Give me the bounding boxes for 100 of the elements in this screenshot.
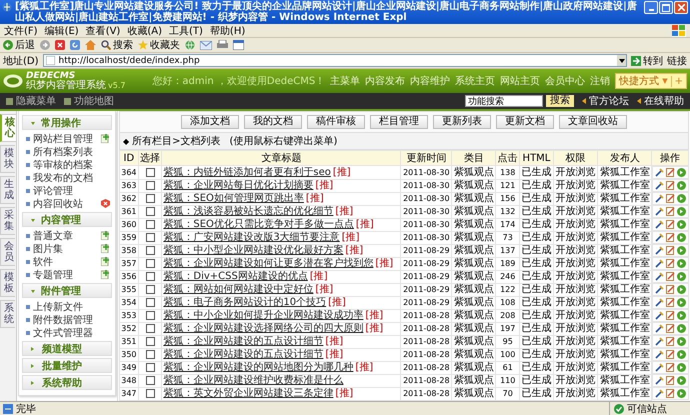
article-link[interactable]: 紫狐：企业网站建设的五点设计细节 [163, 336, 324, 347]
add-icon[interactable] [101, 257, 110, 266]
close-button[interactable] [674, 1, 688, 14]
article-link[interactable]: 紫狐：SEO优化只需比竞争对手多做一点点 [163, 219, 354, 230]
article-link[interactable]: 紫狐：网站如何网站建设中定好位 [163, 284, 314, 295]
view-icon[interactable] [676, 298, 686, 307]
sidebar-item[interactable]: 等审核的档案 [33, 158, 93, 172]
add-icon[interactable] [101, 244, 110, 253]
sidebar-item[interactable]: 文件式管理器 [33, 326, 93, 340]
forward-icon[interactable] [40, 40, 50, 50]
help-link[interactable]: 在线帮助 [637, 94, 684, 108]
favorites-button[interactable]: 收藏夹 [138, 38, 180, 52]
tool-icon[interactable] [654, 298, 664, 307]
checkbox[interactable] [146, 376, 155, 385]
article-link[interactable]: 紫狐：浅谈容易被站长遗忘的优化细节 [163, 206, 334, 217]
sidebar-item[interactable]: 专题管理 [33, 268, 73, 282]
checkbox[interactable] [146, 298, 155, 307]
edit-icon[interactable] [666, 233, 675, 242]
article-link[interactable]: 紫狐：英文外贸企业网站建设三条定律 [163, 388, 334, 399]
menu-item[interactable]: 编辑(E) [44, 24, 79, 38]
edit-icon[interactable] [666, 350, 675, 359]
side-tab[interactable]: 模块 [0, 145, 15, 173]
article-link[interactable]: 紫狐：广安网站建设改版3大细节要注意 [163, 232, 340, 243]
article-link[interactable]: 紫狐：电子商务网站设计的10个技巧 [163, 297, 326, 308]
article-link[interactable]: 紫狐：企业网站每日优化计划摘要 [163, 180, 314, 191]
menu-group-header[interactable]: 内容管理 [22, 212, 112, 227]
view-icon[interactable] [676, 350, 686, 359]
toolbar-button[interactable]: 我的文档 [244, 115, 302, 129]
article-link[interactable]: 紫狐：中小企业如何提升企业网站建设成功率 [163, 310, 364, 321]
search-button[interactable]: 搜索 [101, 38, 133, 52]
edit-icon[interactable] [666, 376, 675, 385]
side-tab[interactable]: 模板 [0, 269, 15, 297]
sidebar-item[interactable]: 网站栏目管理 [33, 132, 93, 146]
article-link[interactable]: 紫狐：企业网站建设的网站地图分为哪几种 [163, 362, 354, 373]
menu-item[interactable]: 查看(V) [86, 24, 120, 38]
article-link[interactable]: 紫狐：SEO如何管理网页跳出率 [163, 193, 304, 204]
edit-icon[interactable] [666, 389, 675, 398]
sidebar-item[interactable]: 评论管理 [33, 184, 73, 198]
toolbar-button[interactable]: 文章回收站 [559, 115, 627, 129]
view-icon[interactable] [676, 259, 686, 268]
tool-icon[interactable] [654, 259, 664, 268]
tool-icon[interactable] [654, 324, 664, 333]
side-tab[interactable]: 系统 [0, 300, 15, 328]
sidebar-item[interactable]: 附件数据管理 [33, 312, 93, 326]
view-icon[interactable] [676, 311, 686, 320]
edit-icon[interactable] [666, 311, 675, 320]
window-icon[interactable] [233, 40, 244, 50]
tool-icon[interactable] [654, 389, 664, 398]
menu-group-header[interactable]: 系统帮助 [22, 375, 112, 390]
checkbox[interactable] [146, 324, 155, 333]
sidebar-item[interactable]: 内容回收站 [33, 196, 83, 210]
checkbox[interactable] [146, 336, 155, 346]
article-link[interactable]: 紫狐：内链外链添加何者更有利于seo [163, 166, 331, 178]
tool-icon[interactable] [654, 363, 664, 372]
toolbar-button[interactable]: 栏目管理 [370, 115, 428, 129]
checkbox[interactable] [146, 232, 155, 242]
side-tab[interactable]: 会员 [0, 238, 15, 266]
article-link[interactable]: 紫狐：Div+CSS网站建设的优点 [163, 271, 308, 282]
checkbox[interactable] [146, 180, 155, 190]
tool-icon[interactable] [654, 233, 664, 242]
toolbar-button[interactable]: 添加文档 [181, 115, 239, 129]
edit-icon[interactable] [666, 246, 675, 255]
view-icon[interactable] [676, 324, 686, 333]
view-icon[interactable] [676, 233, 686, 242]
checkbox[interactable] [146, 310, 155, 320]
menu-item[interactable]: 文件(F) [4, 24, 38, 38]
checkbox[interactable] [146, 206, 155, 216]
view-icon[interactable] [676, 168, 686, 177]
menu-group-header[interactable]: 附件管理 [22, 283, 112, 298]
globe-icon[interactable] [185, 40, 195, 50]
view-icon[interactable] [676, 389, 686, 398]
sidebar-item[interactable]: 我发布的文档 [33, 170, 93, 184]
edit-icon[interactable] [666, 220, 675, 229]
edit-icon[interactable] [666, 168, 675, 177]
toolbar-button[interactable]: 更新列表 [433, 115, 491, 129]
sidebar-item[interactable]: 普通文章 [33, 228, 73, 242]
tool-icon[interactable] [654, 311, 664, 320]
menu-group-header[interactable]: 频道模型 [22, 341, 112, 356]
sidebar-item[interactable]: 上传新文件 [33, 300, 83, 314]
menu-group-header[interactable]: 常用操作 [22, 115, 112, 130]
view-icon[interactable] [676, 337, 686, 346]
tool-icon[interactable] [654, 207, 664, 216]
sidebar-item[interactable]: 图片集 [33, 242, 63, 256]
view-icon[interactable] [676, 376, 686, 385]
hide-menu-link[interactable]: 隐藏菜单 [6, 94, 56, 108]
edit-icon[interactable] [666, 363, 675, 372]
stop-icon[interactable] [55, 40, 65, 50]
go-button[interactable]: 转到 [631, 54, 663, 68]
menu-item[interactable]: 帮助(H) [210, 24, 246, 38]
minimize-button[interactable] [644, 1, 658, 14]
tool-icon[interactable] [654, 285, 664, 294]
article-link[interactable]: 紫狐：企业网站建设的五点设计细节 [163, 349, 324, 360]
add-icon[interactable] [101, 270, 110, 279]
sidebar-item[interactable]: 所有档案列表 [33, 144, 93, 158]
back-button[interactable]: 后退 [3, 38, 35, 52]
article-link[interactable]: 紫狐：中小型企业网站建设优化最好方案 [163, 245, 344, 256]
tool-icon[interactable] [654, 168, 664, 177]
edit-icon[interactable] [666, 285, 675, 294]
checkbox[interactable] [146, 362, 155, 372]
edit-icon[interactable] [666, 324, 675, 333]
